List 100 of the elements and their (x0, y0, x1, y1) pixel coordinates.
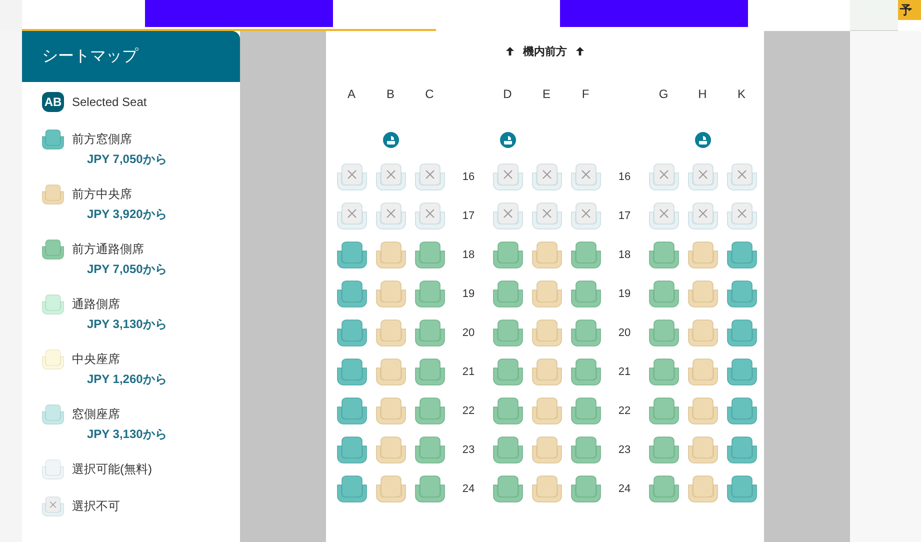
seat[interactable] (688, 358, 718, 386)
seat[interactable] (688, 436, 718, 464)
seat[interactable] (688, 318, 718, 346)
legend-label: 前方通路側席 (72, 240, 144, 258)
seat (336, 202, 366, 230)
seat[interactable] (492, 396, 522, 424)
legend-price: JPY 7,050から (86, 152, 168, 167)
column-letter: H (698, 87, 707, 101)
seat[interactable] (492, 318, 522, 346)
seat[interactable] (414, 396, 444, 424)
legend-label: 中央座席 (72, 350, 120, 368)
seat[interactable] (570, 240, 600, 268)
seat[interactable] (376, 240, 406, 268)
seat-icon (42, 238, 64, 260)
seat[interactable] (648, 240, 678, 268)
seat[interactable] (648, 474, 678, 502)
seat[interactable] (492, 280, 522, 308)
seat[interactable] (336, 280, 366, 308)
seat[interactable] (414, 358, 444, 386)
seat[interactable] (726, 436, 756, 464)
row-number: 20 (618, 326, 631, 338)
seat[interactable] (336, 436, 366, 464)
seat[interactable] (336, 474, 366, 502)
seat[interactable] (492, 474, 522, 502)
seat[interactable] (492, 358, 522, 386)
row-number: 19 (618, 288, 631, 300)
circle-icon (694, 132, 710, 148)
seat[interactable] (414, 436, 444, 464)
legend-label: 選択可能(無料) (72, 460, 152, 478)
legend-price: JPY 1,260から (86, 372, 168, 387)
row-number: 20 (462, 326, 475, 338)
seat[interactable] (648, 280, 678, 308)
legend-price: JPY 3,920から (86, 207, 168, 222)
seat[interactable] (376, 396, 406, 424)
row-number: 19 (462, 288, 475, 300)
seat-icon (42, 128, 64, 150)
seat[interactable] (336, 318, 366, 346)
seat[interactable] (570, 396, 600, 424)
corner-button[interactable]: 予 (898, 0, 921, 20)
seat[interactable] (688, 396, 718, 424)
seat[interactable] (414, 240, 444, 268)
seat (570, 202, 600, 230)
seat[interactable] (336, 240, 366, 268)
column-letter: K (737, 87, 746, 101)
column-letter: A (347, 87, 356, 101)
seat[interactable] (492, 240, 522, 268)
seat[interactable] (376, 436, 406, 464)
seat[interactable] (532, 318, 562, 346)
circle-icon (382, 132, 398, 148)
seat[interactable] (726, 396, 756, 424)
legend-label: 前方窓側席 (72, 130, 132, 148)
row-number: 23 (462, 444, 475, 456)
seat[interactable] (648, 396, 678, 424)
seat[interactable] (570, 358, 600, 386)
column-letter: G (658, 87, 668, 101)
seat[interactable] (376, 318, 406, 346)
seat[interactable] (570, 474, 600, 502)
seat (688, 162, 718, 190)
seat[interactable] (532, 280, 562, 308)
seat[interactable] (532, 396, 562, 424)
seat (376, 162, 406, 190)
seat[interactable] (336, 358, 366, 386)
row-number: 23 (618, 444, 631, 456)
seat[interactable] (532, 436, 562, 464)
seat[interactable] (648, 318, 678, 346)
seat[interactable] (414, 318, 444, 346)
legend-label: 窓側座席 (72, 406, 120, 422)
seat[interactable] (688, 240, 718, 268)
seat[interactable] (726, 474, 756, 502)
seat[interactable] (336, 396, 366, 424)
seat[interactable] (376, 358, 406, 386)
seat[interactable] (570, 280, 600, 308)
seat[interactable] (376, 474, 406, 502)
seat-icon (42, 458, 64, 480)
circle-icon (500, 132, 516, 148)
seat[interactable] (532, 358, 562, 386)
cabin-front-label: 機内前方 (523, 44, 567, 58)
row-number: 22 (462, 404, 475, 416)
seat[interactable] (726, 318, 756, 346)
column-letter: F (582, 87, 590, 101)
seat[interactable] (414, 280, 444, 308)
legend-price: JPY 3,130から (86, 427, 168, 442)
seat[interactable] (492, 436, 522, 464)
seat[interactable] (726, 240, 756, 268)
seat[interactable] (726, 280, 756, 308)
seat[interactable] (570, 318, 600, 346)
seat[interactable] (532, 474, 562, 502)
legend-label: 通路側席 (72, 296, 120, 312)
seat[interactable] (376, 280, 406, 308)
seat[interactable] (414, 474, 444, 502)
seat[interactable] (726, 358, 756, 386)
seat[interactable] (532, 240, 562, 268)
seat (688, 202, 718, 230)
seat[interactable] (570, 436, 600, 464)
seat[interactable] (688, 280, 718, 308)
seat[interactable] (688, 474, 718, 502)
seat[interactable] (648, 436, 678, 464)
seat (726, 162, 756, 190)
seat[interactable] (648, 358, 678, 386)
seat-icon (42, 404, 64, 424)
